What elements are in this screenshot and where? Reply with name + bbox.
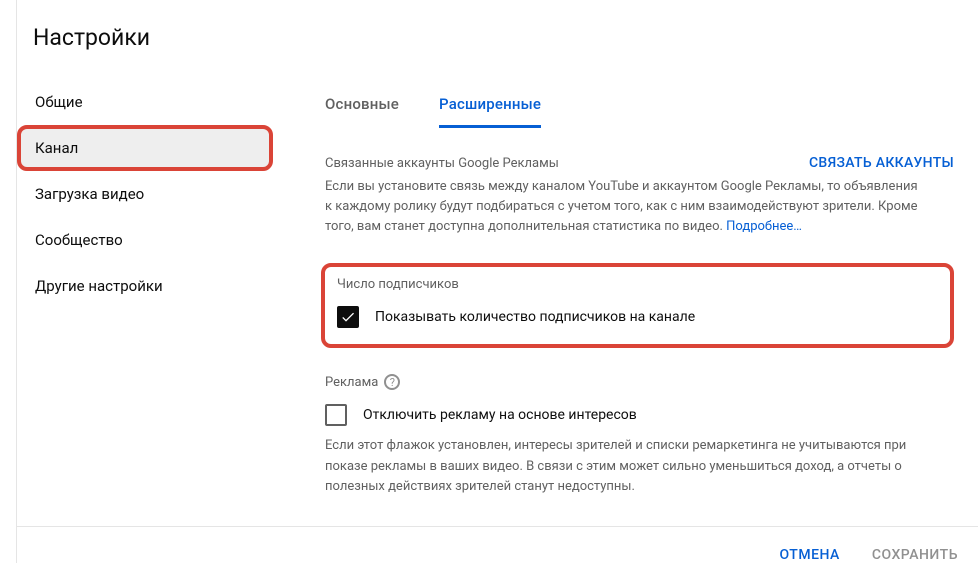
ads-label: Реклама ? bbox=[325, 374, 954, 390]
settings-dialog: Настройки Общие Канал Загрузка видео Соо… bbox=[0, 0, 978, 563]
checkmark-icon bbox=[340, 309, 356, 325]
tab-advanced[interactable]: Расширенные bbox=[439, 95, 541, 128]
tab-basic[interactable]: Основные bbox=[325, 95, 399, 128]
section-ads: Реклама ? Отключить рекламу на основе ин… bbox=[325, 374, 954, 496]
disable-interest-ads-checkbox[interactable] bbox=[325, 404, 347, 426]
linked-accounts-description: Если вы установите связь между каналом Y… bbox=[325, 177, 925, 237]
main-panel: Основные Расширенные Связанные аккаунты … bbox=[277, 79, 978, 526]
sidebar-item-community[interactable]: Сообщество bbox=[17, 217, 273, 263]
show-subscribers-checkbox[interactable] bbox=[337, 306, 359, 328]
sidebar-item-label: Общие bbox=[35, 93, 83, 111]
sidebar-item-other[interactable]: Другие настройки bbox=[17, 263, 273, 309]
sidebar: Общие Канал Загрузка видео Сообщество Др… bbox=[17, 79, 277, 526]
sidebar-item-upload[interactable]: Загрузка видео bbox=[17, 171, 273, 217]
dialog-title: Настройки bbox=[16, 0, 978, 79]
cancel-button[interactable]: ОТМЕНА bbox=[779, 547, 839, 563]
tabs: Основные Расширенные bbox=[325, 79, 954, 129]
sidebar-item-label: Канал bbox=[35, 139, 78, 157]
disable-interest-ads-label: Отключить рекламу на основе интересов bbox=[363, 407, 637, 423]
section-linked-accounts: Связанные аккаунты Google Рекламы СВЯЗАТ… bbox=[325, 155, 954, 237]
subscribers-label: Число подписчиков bbox=[337, 277, 938, 292]
dialog-body: Общие Канал Загрузка видео Сообщество Др… bbox=[16, 79, 978, 526]
dialog-footer: ОТМЕНА СОХРАНИТЬ bbox=[16, 526, 978, 563]
link-accounts-button[interactable]: СВЯЗАТЬ АККАУНТЫ bbox=[809, 155, 954, 171]
sidebar-item-channel[interactable]: Канал bbox=[17, 125, 273, 171]
sidebar-item-label: Загрузка видео bbox=[35, 185, 144, 203]
help-icon[interactable]: ? bbox=[384, 374, 400, 390]
ads-label-text: Реклама bbox=[325, 375, 378, 390]
show-subscribers-label: Показывать количество подписчиков на кан… bbox=[375, 309, 695, 325]
linked-accounts-label: Связанные аккаунты Google Рекламы bbox=[325, 156, 559, 171]
learn-more-link[interactable]: Подробнее… bbox=[726, 219, 802, 234]
ads-description: Если этот флажок установлен, интересы зр… bbox=[325, 436, 925, 496]
section-subscribers: Число подписчиков Показывать количество … bbox=[321, 263, 954, 348]
save-button: СОХРАНИТЬ bbox=[872, 547, 958, 563]
linked-desc-text: Если вы установите связь между каналом Y… bbox=[325, 179, 918, 234]
sidebar-item-label: Другие настройки bbox=[35, 277, 163, 295]
sidebar-item-label: Сообщество bbox=[35, 231, 123, 249]
sidebar-item-general[interactable]: Общие bbox=[17, 79, 273, 125]
